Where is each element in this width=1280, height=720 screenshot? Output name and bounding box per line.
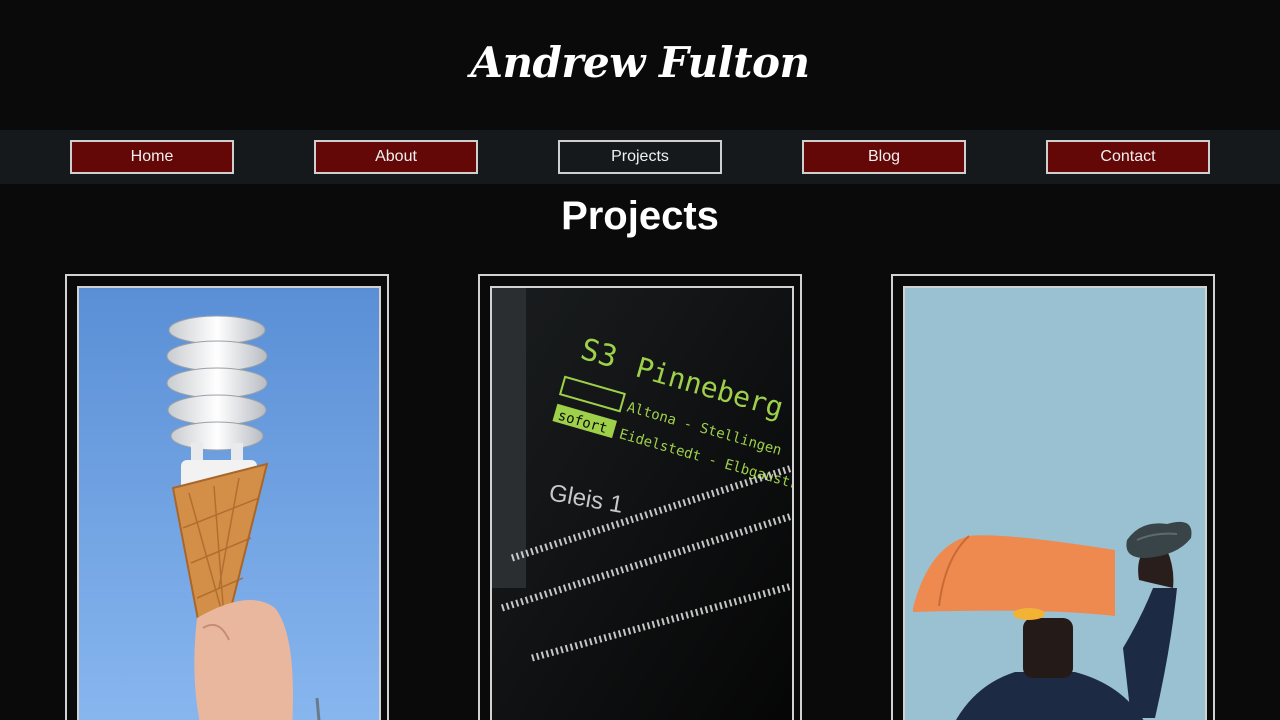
site-title: Andrew Fulton: [470, 38, 810, 87]
page-title: Projects: [561, 194, 719, 238]
project-image-orange-hat[interactable]: [903, 286, 1207, 720]
main-nav: Home About Projects Blog Contact: [0, 130, 1280, 184]
site-header: Andrew Fulton: [0, 0, 1280, 130]
nav-contact-button[interactable]: Contact: [1046, 140, 1210, 174]
nav-about-button[interactable]: About: [314, 140, 478, 174]
nav-blog-button[interactable]: Blog: [802, 140, 966, 174]
project-image-train-sign[interactable]: S3 Pinneberg Altona - Stellingen sofort …: [490, 286, 794, 720]
project-card-1[interactable]: [65, 274, 389, 720]
nav-projects-button[interactable]: Projects: [558, 140, 722, 174]
project-card-3[interactable]: [891, 274, 1215, 720]
project-card-2[interactable]: S3 Pinneberg Altona - Stellingen sofort …: [478, 274, 802, 720]
project-image-lightbulb-cone[interactable]: [77, 286, 381, 720]
nav-home-button[interactable]: Home: [70, 140, 234, 174]
